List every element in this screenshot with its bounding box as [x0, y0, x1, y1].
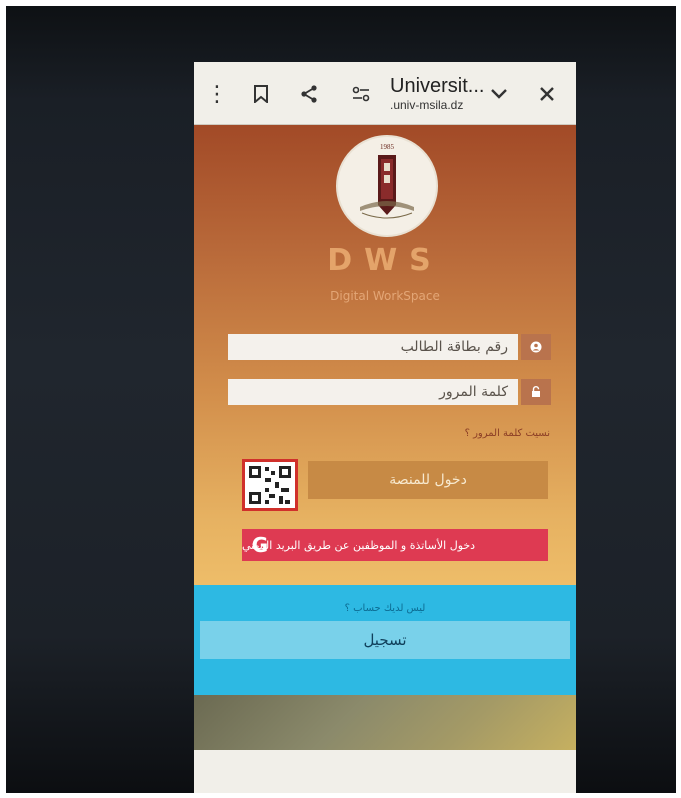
more-vert-icon[interactable]: ⋮ — [200, 74, 234, 114]
share-icon[interactable] — [292, 74, 326, 114]
photo-background: ⋮ Universit... .univ-msila.dz 1985 DWS D… — [6, 6, 676, 793]
app-subtitle: Digital WorkSpace — [330, 289, 440, 303]
phone-screen: ⋮ Universit... .univ-msila.dz 1985 DWS D… — [194, 62, 576, 793]
background-texture — [194, 695, 576, 750]
browser-toolbar: ⋮ Universit... .univ-msila.dz — [194, 62, 576, 125]
google-icon: G — [251, 533, 269, 557]
lock-icon — [521, 379, 551, 405]
forgot-password-link[interactable]: نسيت كلمة المرور ؟ — [228, 428, 550, 439]
close-icon[interactable] — [530, 74, 564, 114]
student-id-input[interactable]: رقم بطاقة الطالب — [228, 334, 518, 360]
login-page: 1985 DWS Digital WorkSpace رقم بطاقة الط… — [194, 125, 576, 585]
chevron-down-icon[interactable] — [482, 74, 516, 114]
register-question: ليس لديك حساب ؟ — [344, 603, 426, 614]
google-login-button[interactable]: G دخول الأساتذة و الموظفين عن طريق البري… — [242, 529, 548, 561]
browser-bottom-bar — [194, 750, 576, 793]
qr-code-icon[interactable] — [242, 459, 298, 511]
register-button[interactable]: تسجيل — [200, 621, 570, 659]
password-input[interactable]: كلمة المرور — [228, 379, 518, 405]
register-section: ليس لديك حساب ؟ تسجيل — [194, 585, 576, 695]
site-settings-icon[interactable] — [344, 74, 378, 114]
login-button[interactable]: دخول للمنصة — [308, 461, 548, 499]
user-icon — [521, 334, 551, 360]
app-name: DWS — [327, 243, 443, 278]
google-login-label: دخول الأساتذة و الموظفين عن طريق البريد … — [242, 538, 476, 552]
university-logo: 1985 — [336, 135, 438, 237]
bookmark-icon[interactable] — [244, 74, 278, 114]
